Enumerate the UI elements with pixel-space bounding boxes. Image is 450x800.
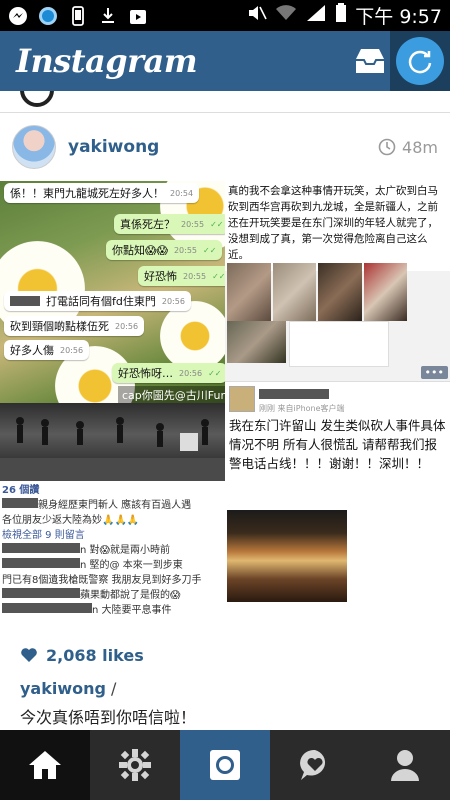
chat-bubble: 砍到頸個啲點樣伍死 20:56 xyxy=(4,316,145,336)
status-time: 下午 9:57 xyxy=(355,6,442,28)
collage-left: 係！！東門九龍城死左好多人！ 20:54 真係死左？ 20:55 ✓✓ 你點知😱😱 20… xyxy=(0,181,225,631)
clock-icon xyxy=(378,138,396,156)
facebook-post-screenshot: 26 個讚 親身經歷東門斬人 應該有百過人遇 各位朋友少返大陸為妙🙏🙏🙏 檢視全… xyxy=(0,481,225,631)
weibo-source: 刚刚 来自iPhone客户端 xyxy=(259,404,345,413)
caption-author: yakiwong / xyxy=(20,679,117,698)
status-bar: 下午 9:57 xyxy=(0,0,450,31)
feed[interactable]: yakiwong 48m 係！！東門九龍城死左好多人！ 20:54 真係死左？ 20… xyxy=(0,91,450,730)
weibo-post-text: 我在东门许留山 发生类似砍人事件具体情况不明 所有人很慌乱 请帮帮我们报警电话占… xyxy=(229,418,446,471)
bottom-nav xyxy=(0,730,450,800)
chat-bubble: 係！！東門九龍城死左好多人！ 20:54 xyxy=(4,183,200,203)
profile-icon xyxy=(391,750,419,781)
photo-grid xyxy=(227,263,407,321)
inbox-button[interactable] xyxy=(354,45,386,77)
fb-comment: n 對😱就是兩小時前 xyxy=(2,543,223,558)
post-time-label: 48m xyxy=(402,137,438,157)
post-header: yakiwong 48m xyxy=(0,113,450,181)
caption-username[interactable]: yakiwong xyxy=(20,679,106,698)
nav-profile[interactable] xyxy=(360,730,450,800)
fb-text-line: 親身經歷東門斬人 應該有百過人遇 xyxy=(2,498,223,513)
nav-explore[interactable] xyxy=(90,730,180,800)
chat-bubble: 打電話同有個fd住東門 20:56 xyxy=(4,291,191,311)
chat-bubble: 好恐怖呀… 20:56 ✓✓ xyxy=(112,363,225,383)
fb-comment: n 堅的@ 本來一到步東 xyxy=(2,558,223,573)
collage-right: 真的我不会拿这种事情开玩笑，太广砍到白马砍到西华宫再砍到九龙城，全是新疆人，之前… xyxy=(225,181,450,631)
chat-bubble: 你點知😱😱 20:55 ✓✓ xyxy=(106,240,223,260)
refresh-icon xyxy=(408,50,432,74)
nav-activity[interactable] xyxy=(270,730,360,800)
fb-view-all: 檢視全部 9 則留言 xyxy=(2,530,85,541)
app-header: Instagram xyxy=(0,31,450,91)
instagram-logo: Instagram xyxy=(16,42,198,80)
chat-screenshot: 係！！東門九龍城死左好多人！ 20:54 真係死左？ 20:55 ✓✓ 你點知😱😱 20… xyxy=(0,181,225,403)
post-username[interactable]: yakiwong xyxy=(68,137,159,157)
wifi-icon xyxy=(275,4,297,27)
mute-icon xyxy=(247,4,267,27)
play-store-icon xyxy=(128,6,148,26)
fb-like-count: 26 個讚 xyxy=(2,485,40,496)
fb-comment: n 大陸要平息事件 xyxy=(2,603,223,618)
signal-icon xyxy=(305,4,327,27)
inbox-icon xyxy=(356,49,384,73)
weibo-text: 真的我不会拿这种事情开玩笑，太广砍到白马砍到西华宫再砍到九龙城，全是新疆人，之前… xyxy=(225,181,450,271)
battery-icon xyxy=(335,3,347,28)
heart-icon xyxy=(21,648,37,662)
nav-camera[interactable] xyxy=(180,730,270,800)
previous-post-edge xyxy=(0,91,450,113)
chat-bubble: 好多人傷 20:56 xyxy=(4,340,90,360)
likes-row[interactable]: 2,068 likes xyxy=(0,631,450,679)
likes-count: 2,068 likes xyxy=(46,645,144,665)
refresh-button[interactable] xyxy=(390,31,450,91)
chat-caption: cap你圖先@古川Furukawa- xyxy=(118,386,225,403)
messenger-icon xyxy=(8,6,28,26)
comment-card xyxy=(289,321,389,367)
avatar xyxy=(229,386,255,412)
weibo-post-screenshot: 刚刚 来自iPhone客户端 我在东门许留山 发生类似砍人事件具体情况不明 所有… xyxy=(225,381,450,631)
previous-post-avatar xyxy=(20,91,54,107)
explore-icon xyxy=(119,749,151,781)
post-time: 48m xyxy=(378,138,438,157)
more-indicator: ••• xyxy=(420,366,448,379)
restaurant-photo xyxy=(227,510,347,602)
caption-text: 今次真係唔到你唔信啦！ xyxy=(20,708,197,727)
fb-comment: 門已有8個遺我槍既警察 我朋友見到好多刀手 xyxy=(2,575,202,586)
chat-bubble: 真係死左？ 20:55 ✓✓ xyxy=(114,214,225,234)
home-icon xyxy=(29,751,61,779)
activity-icon xyxy=(300,749,326,780)
circle-app-icon xyxy=(38,6,58,26)
fb-comment: 蘋果動都說了是假的😱 xyxy=(2,588,223,603)
phone-icon xyxy=(68,5,88,26)
post-image[interactable]: 係！！東門九龍城死左好多人！ 20:54 真係死左？ 20:55 ✓✓ 你點知😱😱 20… xyxy=(0,181,450,631)
street-photo xyxy=(0,403,225,481)
chat-bubble: 好恐怖 20:55 ✓✓ xyxy=(138,266,225,286)
nav-home[interactable] xyxy=(0,730,90,800)
download-icon xyxy=(98,6,118,26)
avatar[interactable] xyxy=(12,125,56,169)
fb-text-line: 各位朋友少返大陸為妙🙏🙏🙏 xyxy=(2,515,140,526)
camera-icon xyxy=(210,750,240,780)
